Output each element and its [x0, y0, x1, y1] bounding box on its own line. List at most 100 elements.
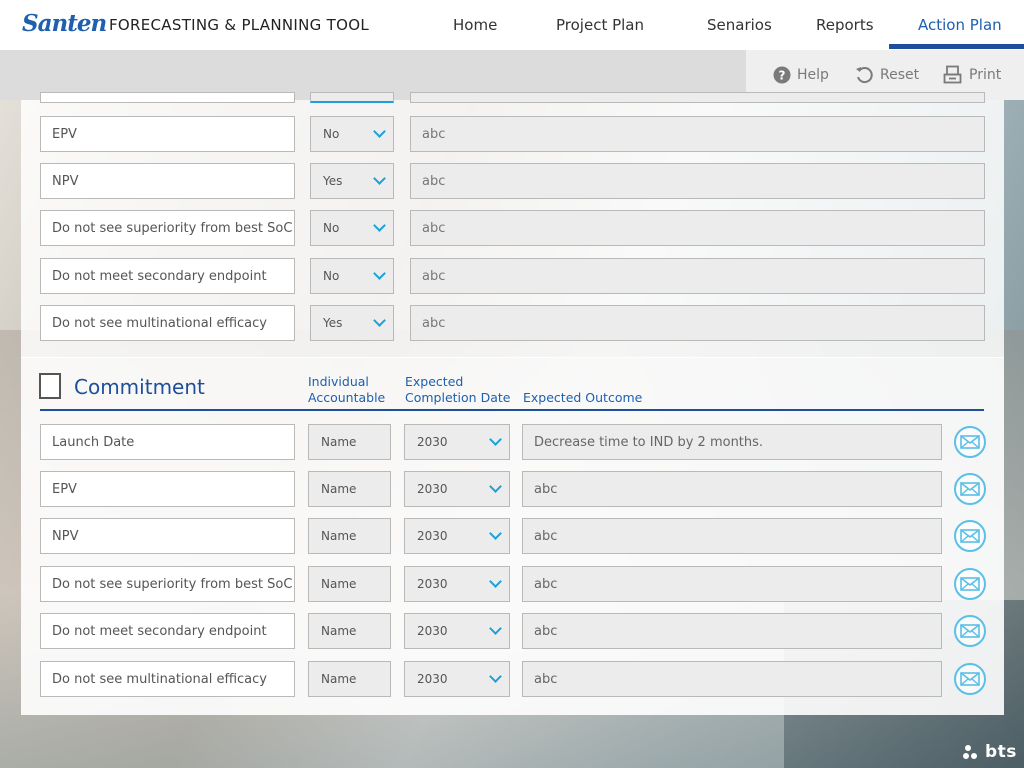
commitment-row-label: NPV [40, 518, 295, 554]
scrolled-row-note[interactable] [410, 92, 985, 103]
chevron-down-icon [489, 670, 502, 683]
col-accountable-line2: Accountable [308, 390, 386, 405]
commitment-title: Commitment [74, 375, 205, 399]
accountable-name-field[interactable]: Name [308, 613, 391, 649]
expected-outcome-field[interactable]: abc [522, 661, 942, 697]
chevron-down-icon [373, 219, 386, 232]
help-button[interactable]: ? Help [773, 64, 829, 86]
send-email-button[interactable] [954, 568, 986, 600]
top-bar: Santen FORECASTING & PLANNING TOOL Home … [0, 0, 1024, 50]
send-email-button[interactable] [954, 663, 986, 695]
app-title: FORECASTING & PLANNING TOOL [109, 16, 369, 34]
expected-outcome-field[interactable]: abc [522, 518, 942, 554]
nav-project-plan[interactable]: Project Plan [556, 16, 644, 34]
decision-row-choice: No [323, 269, 340, 283]
accountable-name-field[interactable]: Name [308, 424, 391, 460]
nav-home[interactable]: Home [453, 16, 497, 34]
expected-outcome-field[interactable]: abc [522, 471, 942, 507]
decision-row-select[interactable]: No [310, 116, 394, 152]
expected-outcome-field[interactable]: Decrease time to IND by 2 months. [522, 424, 942, 460]
chevron-down-icon [489, 480, 502, 493]
commitment-row-label: EPV [40, 471, 295, 507]
decision-row-label: EPV [40, 116, 295, 152]
decision-row-label: Do not see multinational efficacy [40, 305, 295, 341]
bts-logo-icon [963, 745, 977, 759]
completion-year-value: 2030 [417, 577, 448, 591]
print-button[interactable]: Print [943, 64, 1001, 86]
accountable-name-field[interactable]: Name [308, 566, 391, 602]
decision-row-label: NPV [40, 163, 295, 199]
bts-logo: bts [985, 742, 1017, 762]
mail-icon [960, 435, 980, 449]
accountable-name-field[interactable]: Name [308, 661, 391, 697]
help-icon: ? [773, 66, 791, 84]
col-expected-completion: Expected Completion Date [405, 374, 510, 406]
chevron-down-icon [489, 575, 502, 588]
nav-action-plan[interactable]: Action Plan [918, 16, 1002, 34]
commitment-row-label: Do not meet secondary endpoint [40, 613, 295, 649]
expected-outcome-field[interactable]: abc [522, 566, 942, 602]
completion-year-select[interactable]: 2030 [404, 613, 510, 649]
reset-button[interactable]: Reset [855, 64, 919, 86]
completion-year-value: 2030 [417, 672, 448, 686]
completion-year-select[interactable]: 2030 [404, 518, 510, 554]
commitment-divider [40, 409, 984, 411]
expected-outcome-field[interactable]: abc [522, 613, 942, 649]
nav-senarios[interactable]: Senarios [707, 16, 772, 34]
col-individual-accountable: Individual Accountable [308, 374, 385, 406]
reset-icon [856, 66, 873, 83]
active-tab-indicator [889, 44, 1024, 49]
completion-year-select[interactable]: 2030 [404, 566, 510, 602]
mail-icon [960, 482, 980, 496]
chevron-down-icon [373, 314, 386, 327]
col-completion-line1: Expected [405, 374, 464, 389]
decision-row-note[interactable]: abc [410, 116, 985, 152]
decision-row-select[interactable]: Yes [310, 305, 394, 341]
decision-row-label: Do not see superiority from best SoC [40, 210, 295, 246]
decision-row-select[interactable]: No [310, 210, 394, 246]
send-email-button[interactable] [954, 520, 986, 552]
commitment-row-label: Launch Date [40, 424, 295, 460]
mail-icon [960, 624, 980, 638]
commitment-checkbox[interactable] [39, 373, 61, 399]
accountable-name-field[interactable]: Name [308, 518, 391, 554]
decision-row-choice: Yes [323, 174, 343, 188]
send-email-button[interactable] [954, 473, 986, 505]
col-completion-line2: Completion Date [405, 390, 511, 405]
commitment-row-label: Do not see superiority from best SoC [40, 566, 295, 602]
completion-year-value: 2030 [417, 482, 448, 496]
completion-year-select[interactable]: 2030 [404, 424, 510, 460]
print-label: Print [969, 67, 1002, 83]
col-expected-outcome: Expected Outcome [523, 390, 643, 405]
chevron-down-icon [489, 622, 502, 635]
help-label: Help [797, 67, 829, 83]
decision-row-select[interactable]: Yes [310, 163, 394, 199]
decision-row-note[interactable]: abc [410, 305, 985, 341]
send-email-button[interactable] [954, 426, 986, 458]
completion-year-select[interactable]: 2030 [404, 471, 510, 507]
decision-row-note[interactable]: abc [410, 258, 985, 294]
chevron-down-icon [373, 267, 386, 280]
completion-year-value: 2030 [417, 435, 448, 449]
decision-row-choice: Yes [323, 316, 343, 330]
decision-row-note[interactable]: abc [410, 163, 985, 199]
send-email-button[interactable] [954, 615, 986, 647]
svg-text:?: ? [779, 69, 786, 83]
chevron-down-icon [489, 527, 502, 540]
decision-row-select[interactable]: No [310, 258, 394, 294]
scrolled-row-select[interactable] [310, 92, 394, 103]
scrolled-row-label [40, 92, 295, 103]
completion-year-value: 2030 [417, 624, 448, 638]
chevron-down-icon [489, 433, 502, 446]
accountable-name-field[interactable]: Name [308, 471, 391, 507]
print-icon [943, 65, 962, 84]
nav-reports[interactable]: Reports [816, 16, 874, 34]
mail-icon [960, 577, 980, 591]
santen-logo: Santen [22, 10, 107, 37]
decision-row-note[interactable]: abc [410, 210, 985, 246]
decision-row-label: Do not meet secondary endpoint [40, 258, 295, 294]
decision-row-choice: No [323, 127, 340, 141]
chevron-down-icon [373, 172, 386, 185]
completion-year-select[interactable]: 2030 [404, 661, 510, 697]
mail-icon [960, 672, 980, 686]
